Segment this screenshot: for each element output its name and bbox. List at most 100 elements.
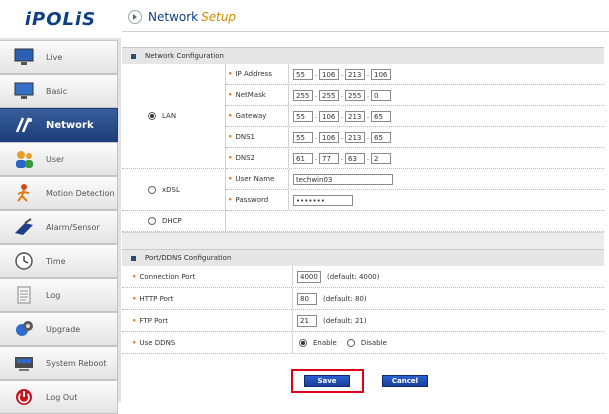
sidebar-item-label: System Reboot	[46, 358, 107, 368]
dns1-octet-1-input[interactable]: 55	[293, 131, 313, 143]
section-bullet-icon	[131, 255, 136, 261]
ftp-port-row: • FTP Port 21 (default: 21)	[122, 310, 604, 332]
sensor-icon	[12, 216, 36, 238]
form-buttons: Save Cancel	[122, 369, 604, 393]
http-port-input[interactable]: 80	[297, 292, 317, 305]
cancel-button[interactable]: Cancel	[382, 375, 428, 387]
sidebar-item-upgrade[interactable]: Upgrade	[0, 312, 118, 346]
play-arrow-icon	[128, 10, 142, 24]
netmask-row: • NetMask 255 . 255 . 255 . 0	[226, 85, 604, 106]
save-button[interactable]: Save	[304, 375, 350, 387]
network-config-header: Network Configuration	[122, 47, 604, 64]
password-input[interactable]: •••••••	[293, 194, 353, 206]
sidebar-item-label: Time	[46, 256, 66, 266]
clock-icon	[12, 250, 36, 272]
netmask-octet-2-input[interactable]: 255	[319, 89, 339, 101]
sidebar-item-alarm-sensor[interactable]: Alarm/Sensor	[0, 210, 118, 244]
dns1-octet-4-input[interactable]: 65	[371, 131, 391, 143]
sidebar-item-label: Log	[46, 290, 61, 300]
upgrade-icon	[12, 318, 36, 340]
use-ddns-label: • Use DDNS	[122, 332, 293, 353]
section-title: Network Configuration	[145, 52, 224, 60]
monitor-icon	[12, 80, 36, 102]
dns2-octet-4-input[interactable]: 2	[371, 152, 391, 164]
xdsl-radio[interactable]	[148, 185, 156, 194]
ip-octet-1-input[interactable]: 55	[293, 68, 313, 80]
http-port-row: • HTTP Port 80 (default: 80)	[122, 288, 604, 310]
dns2-octet-3-input[interactable]: 63	[345, 152, 365, 164]
sidebar-item-network[interactable]: Network	[0, 108, 118, 142]
sidebar-item-live[interactable]: Live	[0, 40, 118, 74]
sidebar-item-time[interactable]: Time	[0, 244, 118, 278]
dns1-octet-3-input[interactable]: 213	[345, 131, 365, 143]
section-spacer	[122, 232, 604, 249]
sidebar-item-system-reboot[interactable]: System Reboot	[0, 346, 118, 380]
dhcp-option[interactable]: DHCP	[122, 211, 226, 231]
ddns-disable-radio[interactable]	[346, 338, 355, 347]
ip-octet-2-input[interactable]: 106	[319, 68, 339, 80]
ip-address-row: • IP Address 55 . 106 . 213 . 106	[226, 64, 604, 85]
dns2-row: • DNS2 61 . 77 . 63 . 2	[226, 148, 604, 169]
gateway-octet-1-input[interactable]: 55	[293, 110, 313, 122]
netmask-octet-4-input[interactable]: 0	[371, 89, 391, 101]
ftp-port-input[interactable]: 21	[297, 314, 317, 327]
dns1-octet-2-input[interactable]: 106	[319, 131, 339, 143]
xdsl-option[interactable]: xDSL	[122, 169, 226, 211]
page-header: Network Setup	[128, 6, 236, 28]
connection-port-default: (default: 4000)	[327, 272, 380, 281]
sidebar-item-label: Basic	[46, 86, 68, 96]
motion-icon	[12, 182, 36, 204]
port-config-header: Port/DDNS Configuration	[122, 249, 604, 266]
dhcp-row: DHCP	[122, 211, 604, 232]
header-divider	[122, 31, 609, 32]
user-name-row: • User Name techwin03	[226, 169, 604, 190]
gateway-octet-3-input[interactable]: 213	[345, 110, 365, 122]
ftp-port-label: • FTP Port	[122, 310, 293, 331]
ddns-enable-radio[interactable]	[299, 338, 307, 347]
sidebar-item-label: User	[46, 154, 65, 164]
log-icon	[12, 284, 36, 306]
ip-octet-4-input[interactable]: 106	[371, 68, 391, 80]
gateway-octet-2-input[interactable]: 106	[319, 110, 339, 122]
connection-port-input[interactable]: 4000	[297, 270, 321, 283]
xdsl-label: xDSL	[162, 185, 180, 194]
section-title: Port/DDNS Configuration	[145, 254, 232, 262]
dns2-label: • DNS2	[226, 148, 289, 168]
sidebar-item-label: Upgrade	[46, 324, 81, 334]
sidebar-item-user[interactable]: User	[0, 142, 118, 176]
ddns-enable-option[interactable]: Enable	[299, 338, 337, 347]
password-row: • Password •••••••	[226, 190, 604, 211]
netmask-octet-1-input[interactable]: 255	[293, 89, 313, 101]
password-label: • Password	[226, 190, 289, 210]
gateway-row: • Gateway 55 . 106 . 213 . 65	[226, 106, 604, 127]
network-setup-form: Network Configuration LAN • IP Address 55…	[122, 47, 604, 354]
netmask-octet-3-input[interactable]: 255	[345, 89, 365, 101]
lan-radio[interactable]	[148, 112, 156, 120]
ip-octet-3-input[interactable]: 213	[345, 68, 365, 80]
sidebar-item-label: Motion Detection	[46, 188, 115, 198]
sidebar-item-log-out[interactable]: Log Out	[0, 380, 118, 414]
dhcp-radio[interactable]	[148, 217, 156, 225]
gateway-octet-4-input[interactable]: 65	[371, 110, 391, 122]
sidebar-nav: Live Basic Network User Motion Detection…	[0, 38, 121, 414]
sidebar-item-basic[interactable]: Basic	[0, 74, 118, 108]
sidebar-item-motion-detection[interactable]: Motion Detection	[0, 176, 118, 210]
sidebar-item-log[interactable]: Log	[0, 278, 118, 312]
reboot-icon	[12, 352, 36, 374]
dns1-row: • DNS1 55 . 106 . 213 . 65	[226, 127, 604, 148]
ddns-disable-option[interactable]: Disable	[346, 338, 387, 347]
lan-option[interactable]: LAN	[122, 64, 226, 169]
lan-block: LAN • IP Address 55 . 106 . 213 . 106 • Ne…	[122, 64, 604, 169]
sidebar-item-label: Log Out	[46, 392, 78, 402]
dns1-label: • DNS1	[226, 127, 289, 147]
lan-label: LAN	[162, 112, 177, 120]
sidebar-item-label: Alarm/Sensor	[46, 222, 100, 232]
network-icon	[12, 114, 36, 136]
user-name-input[interactable]: techwin03	[293, 173, 393, 185]
sidebar-item-label: Network	[46, 119, 94, 131]
use-ddns-row: • Use DDNS Enable Disable	[122, 332, 604, 354]
ftp-port-default: (default: 21)	[323, 316, 367, 325]
dns2-octet-2-input[interactable]: 77	[319, 152, 339, 164]
user-name-label: • User Name	[226, 169, 289, 189]
dns2-octet-1-input[interactable]: 61	[293, 152, 313, 164]
